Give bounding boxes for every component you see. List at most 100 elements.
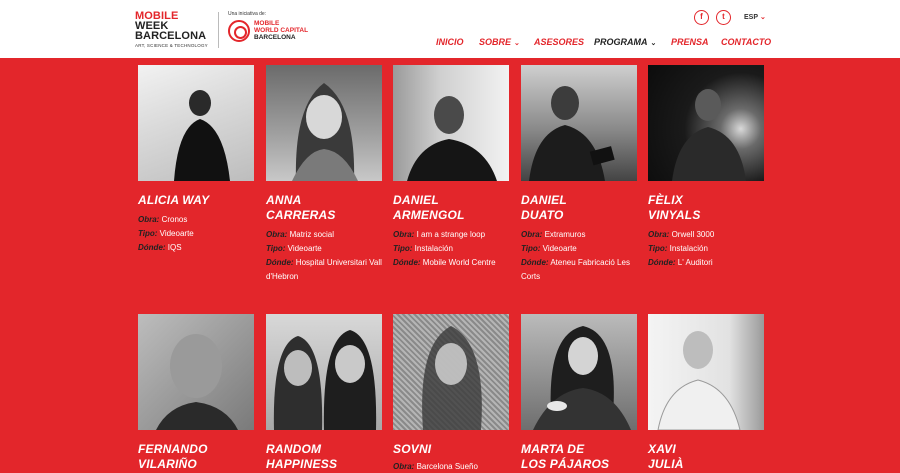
detail-donde: Dónde: IQS [138, 241, 268, 255]
detail-donde: Dónde: L' Auditori [648, 256, 778, 270]
chevron-down-icon: ⌄ [650, 40, 657, 47]
artist-photo[interactable] [521, 65, 637, 181]
portrait-silhouette [156, 334, 238, 430]
value-tipo: Videoarte [542, 244, 577, 253]
detail-tipo: Tipo: Instalación [648, 242, 778, 256]
artist-photo[interactable] [521, 314, 637, 430]
detail-tipo: Tipo: Videoarte [266, 242, 396, 256]
value-obra: Barcelona Sueño [416, 462, 478, 471]
nav-sobre[interactable]: SOBRE ⌄ [479, 37, 520, 47]
artist-name-line: LOS PÁJAROS [521, 457, 610, 471]
value-tipo: Instalación [669, 244, 708, 253]
portrait-silhouette [533, 326, 631, 430]
value-obra: Orwell 3000 [671, 230, 715, 239]
language-selector[interactable]: ESP ⌄ [744, 13, 766, 21]
artist-name[interactable]: ANNA CARRERAS [266, 193, 392, 223]
mwc-circle-icon [228, 20, 250, 42]
artist-card[interactable]: XAVI JULIÀ [648, 314, 764, 471]
value-obra: Matriz social [289, 230, 335, 239]
artist-name[interactable]: MARTA DE LOS PÁJAROS [521, 442, 647, 472]
artist-name[interactable]: XAVI JULIÀ [648, 442, 774, 472]
nav-asesores[interactable]: ASESORES [534, 37, 584, 47]
label-tipo: Tipo: [648, 244, 668, 253]
portrait-silhouette [529, 86, 615, 181]
label-obra: Obra: [393, 462, 415, 471]
artist-name-line: RANDOM [266, 442, 322, 456]
mobile-week-barcelona-logo[interactable]: MOBILE WEEK BARCELONA ART, SCIENCE & TEC… [135, 11, 210, 49]
artist-card[interactable]: ALICIA WAY Obra: Cronos Tipo: Videoarte … [138, 65, 254, 252]
artist-name[interactable]: FERNANDO VILARIÑO [138, 442, 264, 472]
artist-photo[interactable] [138, 314, 254, 430]
value-obra: I am a strange loop [416, 230, 486, 239]
artist-name-line: JULIÀ [648, 457, 684, 471]
mwc-intro: Una iniciativa de: [228, 11, 267, 17]
artist-name-line: SOVNI [393, 442, 432, 456]
artist-card[interactable]: SOVNI Obra: Barcelona Sueño [393, 314, 509, 471]
mwc-line-3: BARCELONA [254, 34, 296, 41]
artist-name-line: ANNA [266, 193, 302, 207]
artist-photo[interactable] [648, 65, 764, 181]
detail-tipo: Tipo: Instalación [393, 242, 523, 256]
artist-photo[interactable] [393, 314, 509, 430]
facebook-icon[interactable]: f [694, 10, 709, 25]
nav-contacto[interactable]: CONTACTO [721, 37, 771, 47]
value-donde: IQS [167, 243, 182, 252]
detail-donde: Dónde: Mobile World Centre [393, 256, 523, 270]
nav-inicio[interactable]: INICIO [436, 37, 464, 47]
nav-programa[interactable]: PROGRAMA ⌄ [594, 37, 656, 47]
label-donde: Dónde: [266, 258, 294, 267]
artist-name[interactable]: DANIEL DUATO [521, 193, 647, 223]
artist-card[interactable]: DANIEL ARMENGOL Obra: I am a strange loop… [393, 65, 509, 267]
brand-line-3: BARCELONA [135, 30, 207, 42]
artist-name-line: ALICIA WAY [138, 193, 210, 207]
artist-details: Obra: Orwell 3000 Tipo: Instalación Dónd… [648, 228, 778, 270]
artist-name-line: HAPPINESS [266, 457, 338, 471]
artist-name-line: VINYALS [648, 208, 701, 222]
artist-card[interactable]: FÈLIX VINYALS Obra: Orwell 3000 Tipo: Ins… [648, 65, 764, 267]
artist-details: Obra: Matriz social Tipo: Videoarte Dónd… [266, 228, 396, 284]
value-obra: Extramuros [544, 230, 586, 239]
label-obra: Obra: [648, 230, 670, 239]
header-divider [218, 12, 219, 48]
artist-name-line: CARRERAS [266, 208, 336, 222]
portrait-silhouette [657, 331, 741, 430]
value-obra: Cronos [161, 215, 188, 224]
artist-card[interactable]: ANNA CARRERAS Obra: Matriz social Tipo: V… [266, 65, 382, 281]
portrait-silhouette [174, 90, 230, 181]
mwc-line-2: WORLD CAPITAL [254, 27, 309, 34]
nav-prensa[interactable]: PRENSA [671, 37, 709, 47]
artist-details: Obra: Extramuros Tipo: Videoarte Dónde: … [521, 228, 651, 284]
artist-name[interactable]: RANDOM HAPPINESS [266, 442, 392, 472]
value-donde: L' Auditori [677, 258, 713, 267]
artist-card[interactable]: RANDOM HAPPINESS [266, 314, 382, 471]
artist-name-line: MARTA DE [521, 442, 585, 456]
twitter-icon[interactable]: t [716, 10, 731, 25]
artist-name[interactable]: DANIEL ARMENGOL [393, 193, 519, 223]
artist-card[interactable]: DANIEL DUATO Obra: Extramuros Tipo: Video… [521, 65, 637, 281]
label-donde: Dónde: [393, 258, 421, 267]
detail-obra: Obra: Barcelona Sueño [393, 460, 523, 473]
artist-photo[interactable] [266, 65, 382, 181]
artist-name[interactable]: SOVNI [393, 442, 519, 457]
nav-sobre-label: SOBRE [479, 37, 512, 47]
artist-card[interactable]: MARTA DE LOS PÁJAROS [521, 314, 637, 471]
mobile-world-capital-logo[interactable]: Una iniciativa de: MOBILE WORLD CAPITAL … [228, 11, 338, 42]
artist-photo[interactable] [138, 65, 254, 181]
value-tipo: Videoarte [159, 229, 194, 238]
value-tipo: Videoarte [287, 244, 322, 253]
language-label: ESP [744, 14, 759, 21]
label-tipo: Tipo: [521, 244, 541, 253]
label-obra: Obra: [521, 230, 543, 239]
artist-name-line: ARMENGOL [393, 208, 465, 222]
detail-tipo: Tipo: Videoarte [138, 227, 268, 241]
artist-details: Obra: Barcelona Sueño [393, 460, 523, 473]
artist-photo[interactable] [266, 314, 382, 430]
artist-name[interactable]: FÈLIX VINYALS [648, 193, 774, 223]
artist-name-line: DANIEL [393, 193, 439, 207]
artist-photo[interactable] [648, 314, 764, 430]
artist-name[interactable]: ALICIA WAY [138, 193, 264, 208]
label-donde: Dónde: [138, 243, 166, 252]
artist-card[interactable]: FERNANDO VILARIÑO [138, 314, 254, 471]
artist-photo[interactable] [393, 65, 509, 181]
mwc-line-1: MOBILE [254, 20, 280, 27]
